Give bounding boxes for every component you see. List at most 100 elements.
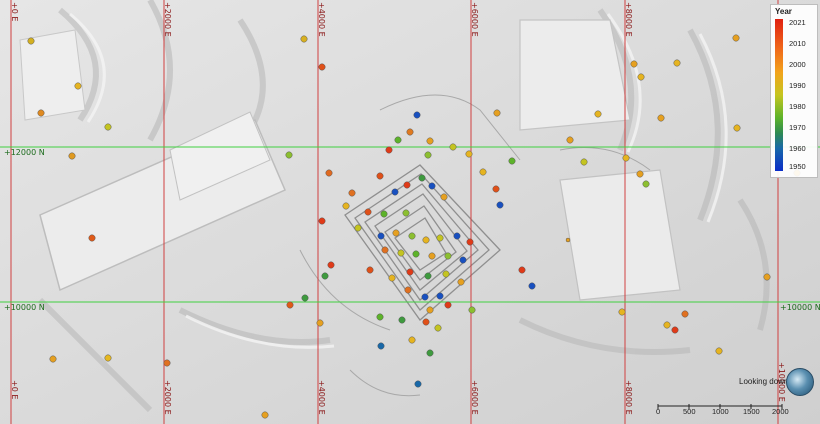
drillhole-collar[interactable] bbox=[637, 73, 645, 81]
drillhole-collar[interactable] bbox=[385, 146, 393, 154]
drillhole-collar[interactable] bbox=[388, 274, 396, 282]
drillhole-collar[interactable] bbox=[565, 237, 571, 243]
view-orientation-sphere-icon[interactable] bbox=[786, 368, 814, 396]
drillhole-collar[interactable] bbox=[622, 154, 630, 162]
drillhole-collar[interactable] bbox=[104, 123, 112, 131]
drillhole-collar[interactable] bbox=[566, 136, 574, 144]
drillhole-collar[interactable] bbox=[763, 273, 771, 281]
drillhole-collar[interactable] bbox=[418, 174, 426, 182]
drillhole-collar[interactable] bbox=[413, 111, 421, 119]
drillhole-collar[interactable] bbox=[424, 272, 432, 280]
drillhole-collar[interactable] bbox=[376, 172, 384, 180]
drillhole-collar[interactable] bbox=[468, 306, 476, 314]
drillhole-collar[interactable] bbox=[492, 185, 500, 193]
drillhole-collar[interactable] bbox=[436, 234, 444, 242]
drillhole-collar[interactable] bbox=[715, 347, 723, 355]
map-viewport[interactable]: +0 E +2000 E +4000 E +6000 E +8000 E +10… bbox=[0, 0, 820, 424]
drillhole-collar[interactable] bbox=[428, 252, 436, 260]
drillhole-collar[interactable] bbox=[391, 188, 399, 196]
drillhole-collar[interactable] bbox=[414, 380, 422, 388]
drillhole-collar[interactable] bbox=[381, 246, 389, 254]
drillhole-collar[interactable] bbox=[657, 114, 665, 122]
drillhole-collar[interactable] bbox=[318, 63, 326, 71]
drillhole-collar[interactable] bbox=[377, 342, 385, 350]
drillhole-collar[interactable] bbox=[27, 37, 35, 45]
drillhole-collar[interactable] bbox=[426, 349, 434, 357]
drillhole-collar[interactable] bbox=[348, 189, 356, 197]
drillhole-collar[interactable] bbox=[68, 152, 76, 160]
drillhole-collar[interactable] bbox=[436, 292, 444, 300]
drillhole-collar[interactable] bbox=[286, 301, 294, 309]
drillhole-collar[interactable] bbox=[642, 180, 650, 188]
drillhole-collar[interactable] bbox=[261, 411, 269, 419]
drillhole-collar[interactable] bbox=[681, 310, 689, 318]
drillhole-collar[interactable] bbox=[342, 202, 350, 210]
drillhole-collar[interactable] bbox=[518, 266, 526, 274]
drillhole-collar[interactable] bbox=[327, 261, 335, 269]
drillhole-collar[interactable] bbox=[424, 151, 432, 159]
drillhole-collar[interactable] bbox=[428, 182, 436, 190]
drillhole-collar[interactable] bbox=[444, 252, 452, 260]
drillhole-collar[interactable] bbox=[366, 266, 374, 274]
drillhole-collar[interactable] bbox=[732, 34, 740, 42]
drillhole-collar[interactable] bbox=[636, 170, 644, 178]
drillhole-collar[interactable] bbox=[412, 250, 420, 258]
drillhole-collar[interactable] bbox=[465, 150, 473, 158]
drillhole-collar[interactable] bbox=[673, 59, 681, 67]
drillhole-collar[interactable] bbox=[508, 157, 516, 165]
drillhole-collar[interactable] bbox=[301, 294, 309, 302]
drillhole-collar[interactable] bbox=[380, 210, 388, 218]
drillhole-collar[interactable] bbox=[733, 124, 741, 132]
drillhole-collar[interactable] bbox=[325, 169, 333, 177]
drillhole-collar[interactable] bbox=[88, 234, 96, 242]
drillhole-collar[interactable] bbox=[479, 168, 487, 176]
drillhole-collar[interactable] bbox=[364, 208, 372, 216]
drillhole-collar[interactable] bbox=[580, 158, 588, 166]
drillhole-collar[interactable] bbox=[496, 201, 504, 209]
drillhole-collar[interactable] bbox=[453, 232, 461, 240]
drillhole-collar[interactable] bbox=[493, 109, 501, 117]
drillhole-collar[interactable] bbox=[394, 136, 402, 144]
drillhole-collar[interactable] bbox=[466, 238, 474, 246]
drillhole-collar[interactable] bbox=[49, 355, 57, 363]
drillhole-collar[interactable] bbox=[449, 143, 457, 151]
drillhole-collar[interactable] bbox=[321, 272, 329, 280]
drillhole-collar[interactable] bbox=[285, 151, 293, 159]
drillhole-collar[interactable] bbox=[671, 326, 679, 334]
drillhole-collar[interactable] bbox=[300, 35, 308, 43]
drillhole-collar[interactable] bbox=[422, 236, 430, 244]
drillhole-collar[interactable] bbox=[594, 110, 602, 118]
drillhole-collar[interactable] bbox=[376, 313, 384, 321]
drillhole-collar[interactable] bbox=[397, 249, 405, 257]
drillhole-collar[interactable] bbox=[74, 82, 82, 90]
drillhole-collar[interactable] bbox=[398, 316, 406, 324]
drillhole-collar[interactable] bbox=[442, 270, 450, 278]
drillhole-collar[interactable] bbox=[457, 278, 465, 286]
drillhole-collar[interactable] bbox=[318, 217, 326, 225]
drillhole-collar[interactable] bbox=[630, 60, 638, 68]
drillhole-collar[interactable] bbox=[618, 308, 626, 316]
drillhole-collar[interactable] bbox=[392, 229, 400, 237]
drillhole-collar[interactable] bbox=[354, 224, 362, 232]
drillhole-collar[interactable] bbox=[402, 209, 410, 217]
drillhole-collar[interactable] bbox=[528, 282, 536, 290]
drillhole-collar[interactable] bbox=[406, 128, 414, 136]
drillhole-collar[interactable] bbox=[403, 181, 411, 189]
drillhole-collar[interactable] bbox=[421, 293, 429, 301]
drillhole-collar[interactable] bbox=[434, 324, 442, 332]
drillhole-collar[interactable] bbox=[406, 268, 414, 276]
drillhole-collar[interactable] bbox=[104, 354, 112, 362]
drillhole-collar[interactable] bbox=[408, 336, 416, 344]
drillhole-collar[interactable] bbox=[459, 256, 467, 264]
drillhole-collar[interactable] bbox=[426, 306, 434, 314]
drillhole-collar[interactable] bbox=[163, 359, 171, 367]
drillhole-collar[interactable] bbox=[663, 321, 671, 329]
drillhole-collar[interactable] bbox=[316, 319, 324, 327]
drillhole-collar[interactable] bbox=[440, 193, 448, 201]
drillhole-collar[interactable] bbox=[404, 286, 412, 294]
drillhole-collar[interactable] bbox=[377, 232, 385, 240]
drillhole-collar[interactable] bbox=[422, 318, 430, 326]
drillhole-collar[interactable] bbox=[444, 301, 452, 309]
drillhole-collar[interactable] bbox=[37, 109, 45, 117]
drillhole-collar[interactable] bbox=[408, 232, 416, 240]
